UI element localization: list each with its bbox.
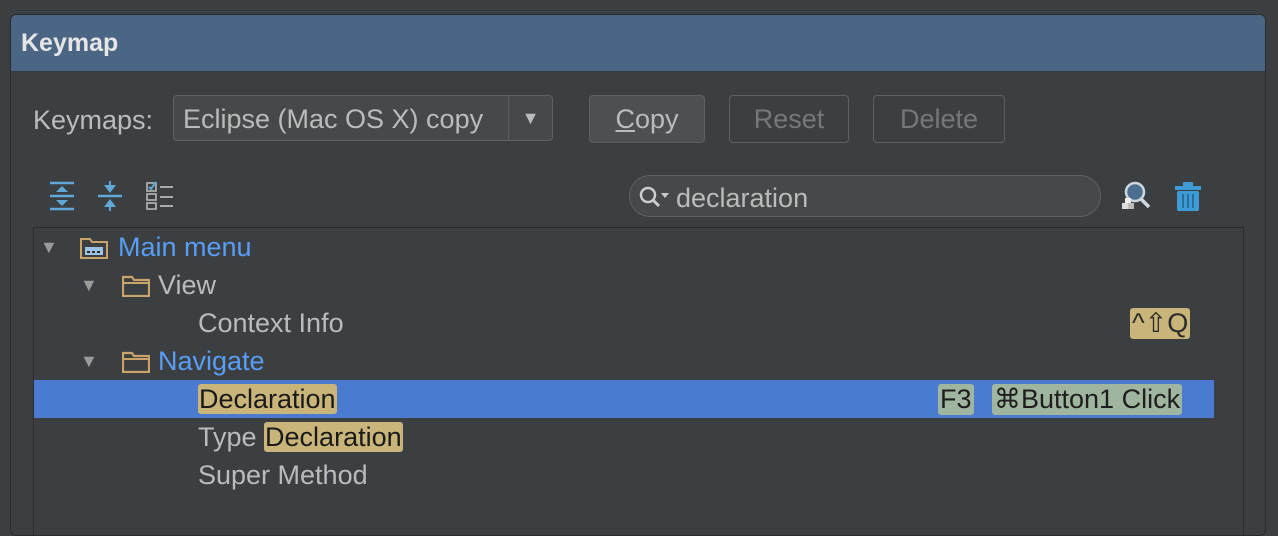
tree-node-view[interactable]: ▼ View: [34, 266, 1214, 304]
tree-label: Main menu: [118, 232, 252, 262]
copy-button[interactable]: Copy: [589, 95, 705, 143]
tree-node-context-info[interactable]: Context Info ^⇧Q: [34, 304, 1214, 342]
keymaps-label: Keymaps:: [33, 105, 154, 135]
tree-label: Context Info: [198, 308, 344, 338]
keymap-select[interactable]: Eclipse (Mac OS X) copy ▼: [173, 95, 553, 141]
folder-icon: [122, 275, 150, 297]
shortcut-badge-f3: F3: [938, 384, 974, 415]
tree-node-super-method[interactable]: Super Method: [34, 456, 1214, 494]
tree-label: Navigate: [158, 346, 265, 376]
delete-label: Delete: [899, 103, 979, 134]
reset-label: Reset: [753, 103, 825, 134]
tree-node-type-declaration[interactable]: Type Declaration: [34, 418, 1214, 456]
folder-icon: [122, 351, 150, 373]
keymap-panel: Keymap Keymaps: Eclipse (Mac OS X) copy …: [10, 14, 1266, 536]
chevron-down-icon[interactable]: ▼: [508, 96, 552, 140]
tree-label: Super Method: [198, 460, 368, 490]
search-match: Declaration: [198, 384, 337, 414]
search-field[interactable]: declaration: [629, 175, 1101, 217]
expand-toggle-icon[interactable]: ▼: [80, 275, 98, 296]
search-match: Declaration: [264, 422, 403, 452]
shortcut-badge: ^⇧Q: [1130, 308, 1191, 339]
panel-title-text: Keymap: [21, 28, 119, 57]
expand-all-icon[interactable]: [47, 180, 77, 212]
expand-toggle-icon[interactable]: ▼: [40, 237, 58, 258]
panel-title: Keymap: [11, 15, 1265, 72]
shortcut-badge-mouse: ⌘Button1 Click: [992, 384, 1183, 415]
collapse-all-icon[interactable]: [95, 180, 125, 212]
tree-label: View: [158, 270, 217, 300]
copy-mnemonic: C: [615, 103, 635, 134]
search-icon[interactable]: [638, 184, 674, 210]
keymap-tree: ▼ Main menu ▼ View Context Info ^⇧Q ▼ Na…: [33, 227, 1244, 535]
find-by-shortcut-icon[interactable]: [1119, 179, 1153, 213]
expand-toggle-icon[interactable]: ▼: [80, 351, 98, 372]
keymap-row: Keymaps: Eclipse (Mac OS X) copy ▼ Copy …: [11, 95, 1265, 145]
tree-label-prefix: Type: [198, 422, 265, 452]
tree-node-declaration[interactable]: Declaration F3 ⌘Button1 Click: [34, 380, 1214, 418]
tree-node-main-menu[interactable]: ▼ Main menu: [34, 228, 1214, 266]
menu-folder-icon: [80, 238, 108, 259]
trash-icon[interactable]: [1173, 181, 1203, 213]
copy-label-rest: opy: [634, 103, 679, 134]
reset-button[interactable]: Reset: [729, 95, 849, 143]
delete-button[interactable]: Delete: [873, 95, 1005, 143]
search-input[interactable]: declaration: [676, 183, 808, 214]
edit-keymap-icon[interactable]: [145, 180, 175, 212]
keymap-select-value: Eclipse (Mac OS X) copy: [183, 104, 484, 134]
tree-node-navigate[interactable]: ▼ Navigate: [34, 342, 1214, 380]
